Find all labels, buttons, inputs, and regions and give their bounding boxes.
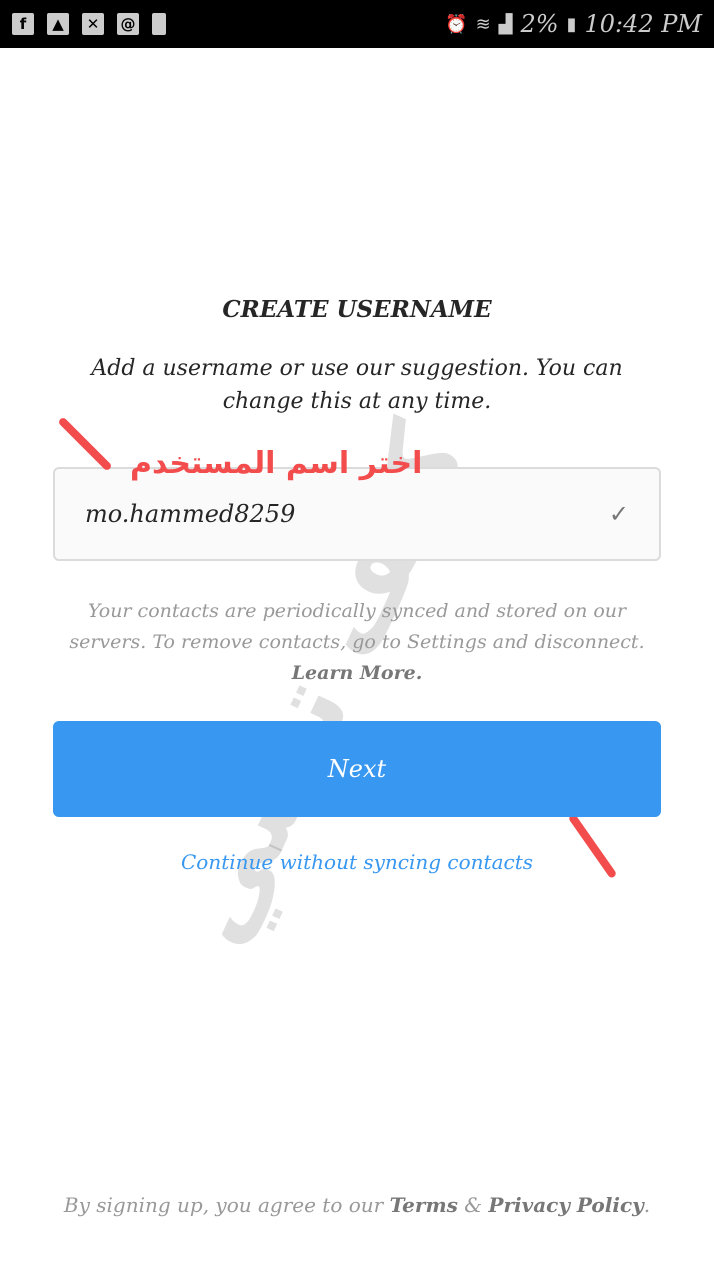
contacts-notice: Your contacts are periodically synced an…: [60, 596, 654, 689]
gallery-icon: ▲: [47, 13, 69, 35]
page-title: CREATE USERNAME: [222, 296, 492, 323]
annotation-text: اختر اسم المستخدم: [130, 446, 423, 481]
terms-link[interactable]: Terms: [390, 1193, 458, 1217]
status-bar: f ▲ ✕ @ ⏰ ≋ ▟ 2% ▮ 10:42 PM: [0, 0, 714, 48]
battery-percent: 2%: [520, 10, 559, 38]
footer-amp: &: [464, 1193, 483, 1217]
alarm-icon: ⏰: [445, 13, 468, 35]
email-icon: ✕: [82, 13, 104, 35]
learn-more-link[interactable]: Learn More.: [292, 662, 423, 684]
facebook-icon: f: [12, 13, 34, 35]
annotation-arrow-icon: [57, 416, 113, 472]
footer-terms: By signing up, you agree to our Terms & …: [0, 1193, 714, 1217]
check-icon: ✓: [608, 500, 629, 528]
contacts-text: Your contacts are periodically synced an…: [69, 600, 645, 653]
wifi-icon: ≋: [475, 13, 491, 35]
next-button[interactable]: Next: [53, 721, 661, 817]
privacy-policy-link[interactable]: Privacy Policy: [488, 1193, 643, 1217]
screenshot-icon: [152, 13, 166, 35]
continue-without-syncing-link[interactable]: Continue without syncing contacts: [0, 850, 714, 874]
username-field[interactable]: ✓: [53, 467, 661, 561]
battery-icon: ▮: [566, 13, 577, 35]
username-input[interactable]: [85, 500, 609, 528]
footer-suffix: .: [643, 1193, 651, 1217]
signal-icon: ▟: [498, 13, 513, 35]
footer-prefix: By signing up, you agree to our: [63, 1193, 384, 1217]
at-mail-icon: @: [117, 13, 139, 35]
clock: 10:42 PM: [584, 10, 702, 38]
subtitle: Add a username or use our suggestion. Yo…: [91, 356, 623, 414]
